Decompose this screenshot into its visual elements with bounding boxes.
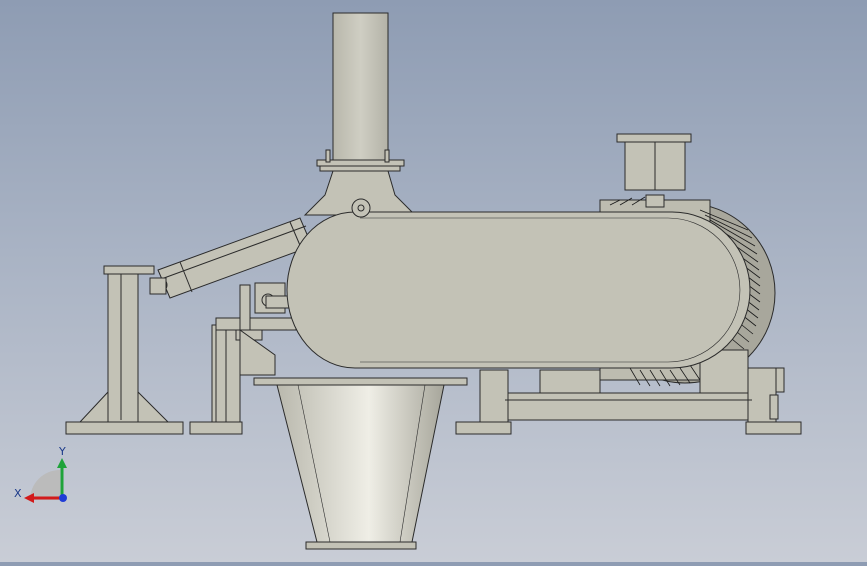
x-axis-arrowhead: [24, 493, 34, 503]
axis-triad: Y X: [14, 445, 67, 503]
assembly-drawing: Y X: [14, 12, 802, 550]
x-axis-label: X: [14, 487, 22, 500]
left-frame-leg[interactable]: [189, 317, 297, 435]
main-housing[interactable]: [286, 198, 751, 369]
triad-quadrant-shape: [30, 470, 60, 500]
cad-viewport[interactable]: Y X: [0, 0, 867, 562]
cone-hopper[interactable]: [253, 377, 468, 550]
exhaust-chimney[interactable]: [303, 12, 417, 216]
y-axis-label: Y: [58, 445, 66, 458]
z-axis-dot: [59, 494, 67, 502]
y-axis-arrowhead: [57, 458, 67, 468]
